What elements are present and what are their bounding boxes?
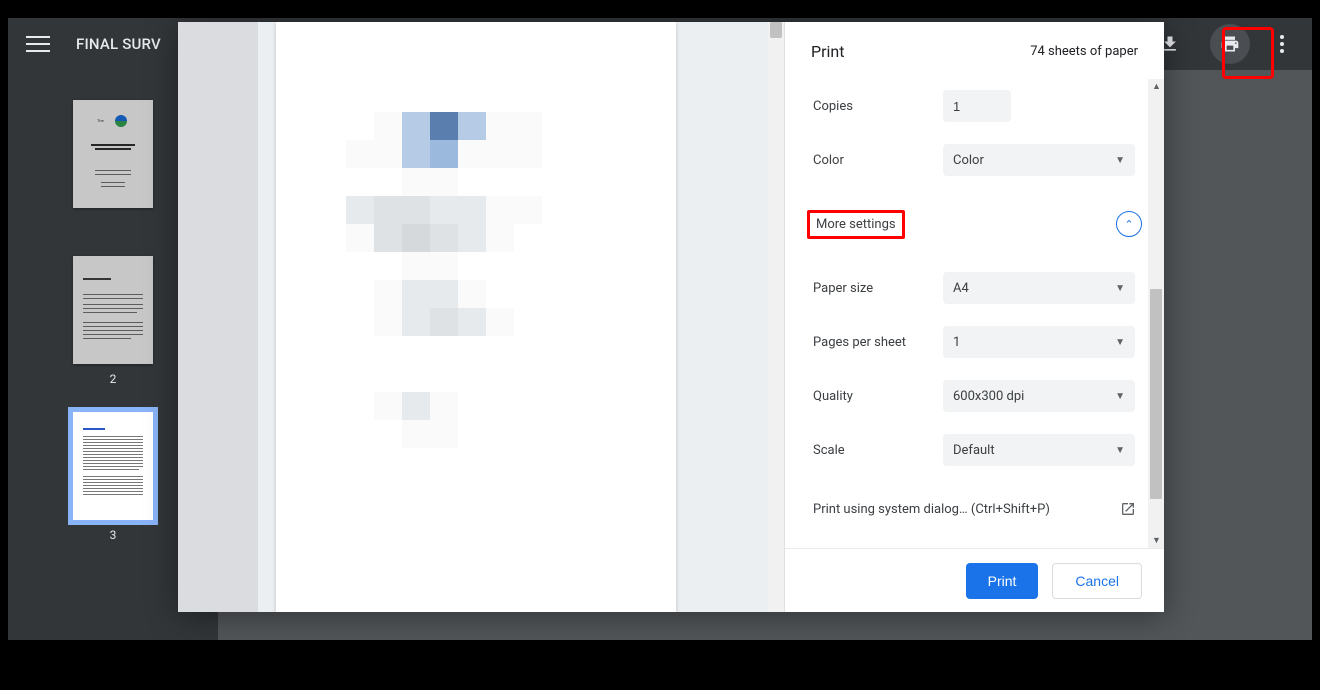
dialog-footer: Print Cancel — [785, 548, 1164, 612]
scroll-up-icon: ▲ — [1152, 81, 1161, 92]
label-quality: Quality — [813, 389, 943, 404]
chevron-down-icon: ▼ — [1115, 337, 1125, 348]
pages-per-sheet-select[interactable]: 1▼ — [943, 326, 1135, 358]
chevron-up-icon: ⌃ — [1124, 218, 1133, 231]
row-quality: Quality 600x300 dpi▼ — [785, 369, 1164, 423]
preview-scrollbar[interactable] — [768, 22, 784, 612]
chevron-down-icon: ▼ — [1115, 445, 1125, 456]
document-body-text: analysis, which identified values and be… — [520, 670, 1120, 690]
cancel-button[interactable]: Cancel — [1052, 563, 1142, 599]
system-dialog-link[interactable]: Print using system dialog… (Ctrl+Shift+P… — [785, 477, 1164, 535]
sheet-count: 74 sheets of paper — [1030, 44, 1138, 59]
open-in-new-icon — [1120, 501, 1136, 517]
preview-margin — [178, 22, 258, 612]
collapse-button[interactable]: ⌃ — [1116, 211, 1142, 237]
copies-input[interactable] — [943, 90, 1011, 122]
document-title: FINAL SURV — [76, 35, 161, 53]
scrollbar-thumb[interactable] — [1150, 289, 1162, 499]
label-color: Color — [813, 153, 943, 168]
print-icon — [1220, 34, 1240, 54]
row-more-settings[interactable]: More settings ⌃ — [785, 197, 1164, 251]
label-paper-size: Paper size — [813, 281, 943, 296]
label-pages-per-sheet: Pages per sheet — [813, 335, 943, 350]
menu-icon[interactable] — [26, 32, 50, 56]
chevron-down-icon: ▼ — [1115, 155, 1125, 166]
chevron-down-icon: ▼ — [1115, 283, 1125, 294]
row-scale: Scale Default▼ — [785, 423, 1164, 477]
print-dialog-title: Print — [811, 42, 844, 61]
chevron-down-icon: ▼ — [1115, 391, 1125, 402]
row-copies: Copies — [785, 79, 1164, 133]
system-dialog-label: Print using system dialog… (Ctrl+Shift+P… — [813, 502, 1050, 517]
thumbnail-page-2[interactable] — [73, 256, 153, 364]
row-pages-per-sheet: Pages per sheet 1▼ — [785, 315, 1164, 369]
more-settings-label: More settings — [807, 210, 905, 239]
print-confirm-button[interactable]: Print — [966, 563, 1039, 599]
print-preview-pane — [178, 22, 784, 612]
more-options-button[interactable] — [1270, 24, 1294, 64]
label-scale: Scale — [813, 443, 943, 458]
settings-scrollbar[interactable]: ▲ ▼ — [1148, 79, 1164, 548]
print-button[interactable] — [1210, 24, 1250, 64]
scroll-down-icon: ▼ — [1152, 535, 1161, 546]
scrollbar-thumb[interactable] — [770, 22, 782, 38]
preview-page[interactable] — [276, 22, 676, 612]
print-dialog: Print 74 sheets of paper Copies Color Co… — [178, 22, 1164, 612]
scale-select[interactable]: Default▼ — [943, 434, 1135, 466]
paper-size-select[interactable]: A4▼ — [943, 272, 1135, 304]
thumbnail-page-1[interactable]: The — [73, 100, 153, 208]
row-paper-size: Paper size A4▼ — [785, 261, 1164, 315]
quality-select[interactable]: 600x300 dpi▼ — [943, 380, 1135, 412]
thumbnail-page-3[interactable] — [73, 412, 153, 520]
more-vertical-icon — [1280, 42, 1284, 46]
label-copies: Copies — [813, 99, 943, 114]
row-color: Color Color▼ — [785, 133, 1164, 187]
color-select[interactable]: Color▼ — [943, 144, 1135, 176]
preview-blurred-content — [346, 112, 606, 448]
print-settings-pane: Print 74 sheets of paper Copies Color Co… — [784, 22, 1164, 612]
